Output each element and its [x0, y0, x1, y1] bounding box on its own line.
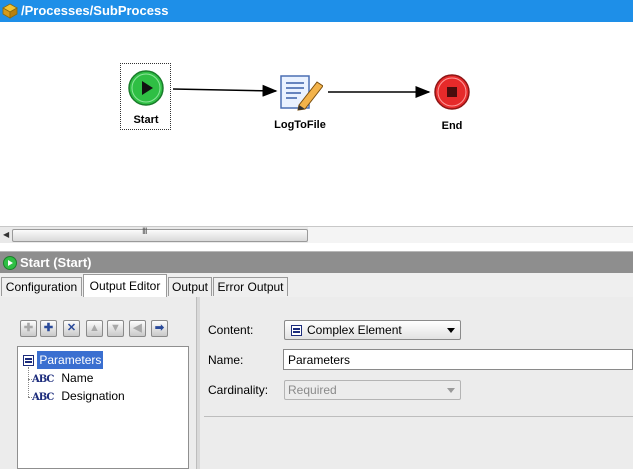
- logtofile-node[interactable]: LogToFile: [274, 72, 328, 132]
- process-folder-icon: [2, 3, 18, 19]
- tree-node-label: Parameters: [37, 351, 104, 369]
- tree-node-parameters[interactable]: Parameters: [23, 351, 104, 369]
- scrollbar-grip: III: [142, 226, 147, 236]
- process-path: /Processes/SubProcess: [21, 3, 169, 18]
- start-node[interactable]: Start: [120, 63, 171, 130]
- scrollbar-track[interactable]: [308, 227, 633, 243]
- transition-start-log[interactable]: [172, 84, 278, 97]
- content-select[interactable]: Complex Element: [284, 320, 461, 340]
- move-down-icon[interactable]: ▼: [107, 320, 124, 337]
- cardinality-label: Cardinality:: [208, 383, 269, 397]
- name-label: Name:: [208, 353, 244, 367]
- tree-node-name[interactable]: ABC Name: [32, 369, 95, 387]
- move-up-icon[interactable]: ▲: [86, 320, 103, 337]
- content-label: Content:: [208, 323, 254, 337]
- panel-title: Start (Start): [20, 255, 92, 270]
- process-title-bar: /Processes/SubProcess: [0, 0, 633, 22]
- form-separator: [204, 416, 633, 417]
- tree-node-label: Name: [61, 371, 94, 385]
- split-divider[interactable]: [0, 243, 633, 252]
- start-icon: [128, 70, 164, 106]
- complex-element-icon: [291, 325, 302, 336]
- start-small-icon: [3, 256, 17, 270]
- output-editor-panel: ✚ ✚ ✕ ▲ ▼ ◀ ➡ Parameters ABC Name ABC Desi…: [0, 297, 633, 469]
- delete-icon[interactable]: ✕: [63, 320, 80, 337]
- horizontal-scrollbar[interactable]: ◀ III: [0, 226, 633, 243]
- schema-tree[interactable]: Parameters ABC Name ABC Designation: [17, 346, 189, 469]
- editor-vertical-divider[interactable]: [196, 297, 200, 469]
- tree-node-label: Designation: [61, 389, 125, 403]
- chevron-down-icon: [447, 328, 455, 333]
- tree-node-designation[interactable]: ABC Designation: [32, 387, 127, 405]
- panel-title-bar: Start (Start): [0, 252, 633, 273]
- move-left-icon[interactable]: ◀: [129, 320, 146, 337]
- string-type-icon: ABC: [32, 392, 54, 403]
- add-icon[interactable]: ✚: [20, 320, 37, 337]
- end-icon: [434, 74, 470, 110]
- end-node[interactable]: End: [433, 73, 471, 132]
- tab-output-editor[interactable]: Output Editor: [83, 274, 167, 297]
- chevron-down-icon: [447, 388, 455, 393]
- start-node-label: Start: [133, 114, 159, 126]
- scrollbar-thumb[interactable]: [12, 229, 308, 242]
- tab-error-output[interactable]: Error Output: [213, 277, 288, 296]
- process-canvas[interactable]: Start LogToFile End: [0, 22, 633, 230]
- cardinality-select[interactable]: Required: [284, 380, 461, 400]
- tab-configuration[interactable]: Configuration: [1, 277, 82, 296]
- tab-bar: Configuration Output Editor Output Error…: [0, 273, 633, 298]
- scroll-left-icon[interactable]: ◀: [3, 230, 9, 239]
- cardinality-select-value: Required: [288, 383, 337, 397]
- name-field[interactable]: [283, 349, 633, 370]
- tab-output[interactable]: Output: [168, 277, 212, 296]
- move-right-icon[interactable]: ➡: [151, 320, 168, 337]
- add-child-icon[interactable]: ✚: [40, 320, 57, 337]
- document-edit-icon: [280, 75, 323, 111]
- content-select-value: Complex Element: [307, 323, 402, 337]
- logtofile-node-label: LogToFile: [274, 119, 326, 131]
- end-node-label: End: [441, 120, 463, 132]
- complex-element-icon: [23, 355, 34, 366]
